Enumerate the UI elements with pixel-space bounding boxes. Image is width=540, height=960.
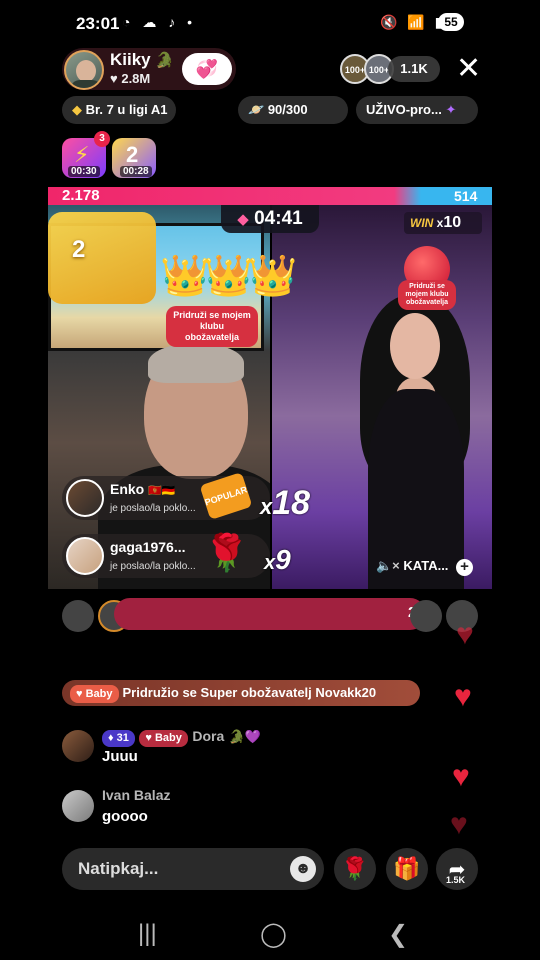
fan-level-tag: ♥ Baby [139,730,188,747]
chat-message: Juuu [102,748,138,765]
host-avatar[interactable] [64,50,104,90]
battle-timer: ◆ 04:41 [221,205,319,233]
event-badge-count: 3 [94,131,110,147]
score-right: 514 [454,188,478,204]
battery-icon: 55 [438,13,464,31]
recent-apps-icon[interactable]: ||| [138,920,157,948]
close-icon[interactable]: ✕ [456,54,481,84]
gift-description: je poslao/la poklo... [110,503,196,514]
win-streak-badge: WIN x10 [404,212,482,234]
contribution-bar [114,598,426,630]
lightning-icon: ⚡ [74,142,90,167]
emoji-icon[interactable]: ☻ [290,856,316,882]
floating-heart-icon: ♥ [454,680,472,713]
host-likes: ♥ 2.8M [110,71,151,86]
live-topic-chip[interactable]: UŽIVO-pro... ✦ [356,96,478,124]
goal-progress-chip[interactable]: 🪐 90/300 [238,96,348,124]
heart-plus-icon: 💞 [195,59,219,79]
rose-button[interactable]: 🌹 [334,848,376,890]
viewer-count[interactable]: 1.1K [388,56,440,82]
chat-avatar[interactable] [62,790,94,822]
add-opponent-button[interactable]: + [456,559,473,576]
gift-sender-name: gaga1976... [110,539,186,555]
notification-icons: ◔ ☁ ♪ • [122,14,197,30]
league-rank-chip[interactable]: ◆ Br. 7 u ligi A1 [62,96,176,124]
status-bar: 23:01 ◔ ☁ ♪ • 🔇 📶 ▮ 55 [0,0,540,44]
rose-icon: 🌹 [341,856,369,881]
gift-description: je poslao/la poklo... [110,561,196,572]
comment-placeholder: Natipkaj... [78,859,159,878]
event-timer-1: 00:30 [68,166,100,177]
number-two-icon: 2 [126,142,139,167]
host-hair [148,343,244,383]
chat-avatar[interactable] [62,730,94,762]
back-icon[interactable]: ❮ [388,920,408,949]
trophy-number: 2 [72,236,86,263]
status-time: 23:01 [76,14,120,33]
level-badge: ♦ 31 [102,730,135,747]
battle-icon: ◆ [237,211,249,228]
chat-username[interactable]: Ivan Balaz [102,787,170,803]
gift-sender-name: Enko 🇲🇪🇩🇪 [110,481,176,497]
crown-icons: 👑👑👑 [160,254,297,298]
system-icons: 🔇 📶 ▮ [380,14,446,30]
supporter-avatar[interactable] [410,600,442,632]
floating-heart-icon: ♥ [450,808,468,841]
chat-message-header: ♦ 31 ♥ Baby Dora 🐊💜 [102,728,261,747]
fan-level-tag: ♥ Baby [70,684,119,703]
opponent-name-label[interactable]: 🔈× KATA... [376,558,448,574]
share-count: 1.5K [446,875,466,885]
fan-club-tag-left[interactable]: Pridruži se mojem klubu obožavatelja [166,306,258,347]
gift-multiplier: x9 [264,544,291,575]
planet-icon: 🪐 [248,102,265,117]
gift-button[interactable]: 🎁 [386,848,428,890]
gift-sender-avatar[interactable] [66,479,104,517]
follow-button[interactable]: 💞 [182,53,232,85]
rose-gift-icon: 🌹 [204,532,249,573]
heart-icon: ♥ [110,71,118,86]
gift-multiplier: x18 [260,484,311,522]
home-icon[interactable]: ◯ [260,920,287,949]
floating-heart-icon: ♥ [452,760,470,793]
sparkle-icon: ✦ [445,102,457,117]
trophy-icon [48,212,156,304]
opponent-video-stream[interactable] [272,205,492,589]
fan-club-tag-right[interactable]: Pridruži se mojem klubu obožavatelja [398,280,456,310]
score-left: 2.178 [62,187,100,204]
host-name: Kiiky 🐊 [110,50,175,69]
floating-heart-icon: ♥ [456,618,474,651]
supporter-avatar[interactable] [62,600,94,632]
join-banner: ♥ Baby Pridružio se Super obožavatelj Nov… [62,680,420,706]
battle-score-bar [48,187,492,205]
host-badge-icon: 🐊 [155,52,175,69]
chat-username[interactable]: Dora [192,728,224,744]
event-timer-2: 00:28 [120,166,152,177]
gift-sender-avatar[interactable] [66,537,104,575]
opponent-face [390,313,440,379]
diamond-icon: ◆ [72,102,82,117]
gift-icon: 🎁 [393,856,421,881]
mute-icon: 🔈× [376,558,400,573]
chat-badges-icons: 🐊💜 [228,729,262,744]
chat-message: goooo [102,808,148,825]
